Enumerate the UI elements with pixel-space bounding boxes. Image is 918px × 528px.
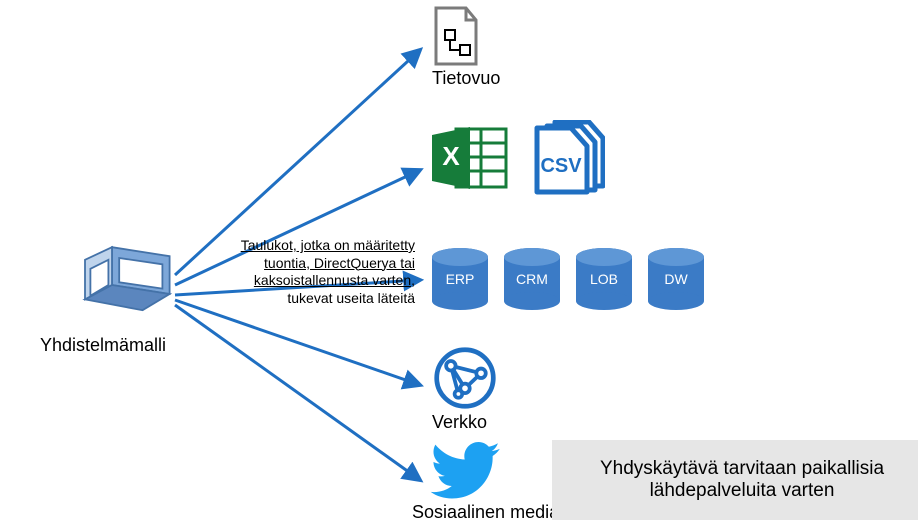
db-dw-label: DW	[664, 271, 687, 287]
annotation-line4: tukevat useita läteitä	[205, 290, 415, 308]
svg-text:X: X	[442, 141, 460, 171]
annotation-line3: kaksoistallennusta varten,	[205, 272, 415, 290]
db-lob-label: LOB	[590, 271, 618, 287]
web-label: Verkko	[432, 412, 487, 433]
dataflow-label: Tietovuo	[432, 68, 500, 89]
arrow-to-web	[175, 300, 420, 385]
csv-text: CSV	[540, 155, 582, 177]
excel-icon: X	[430, 123, 510, 198]
arrow-to-social	[175, 305, 420, 480]
db-crm: CRM	[502, 247, 562, 311]
database-row: ERP CRM LOB DW	[430, 247, 706, 311]
gateway-info-box: Yhdyskäytävä tarvitaan paikallisia lähde…	[552, 440, 918, 520]
social-label: Sosiaalinen media	[412, 502, 559, 523]
annotation-line2: tuontia, DirectQuerya tai	[205, 255, 415, 273]
gateway-info-line2: lähdepalveluita varten	[562, 480, 918, 502]
csv-icon: CSV	[525, 120, 605, 201]
annotation-line1: Taulukot, jotka on määritetty	[205, 237, 415, 255]
annotation-text: Taulukot, jotka on määritetty tuontia, D…	[205, 237, 415, 307]
db-lob: LOB	[574, 247, 634, 311]
composite-model-label: Yhdistelmämalli	[40, 335, 166, 356]
web-icon	[432, 345, 498, 416]
db-erp-label: ERP	[446, 271, 475, 287]
twitter-icon	[430, 442, 500, 505]
db-erp: ERP	[430, 247, 490, 311]
dataflow-icon	[432, 6, 480, 66]
composite-model-icon	[75, 240, 185, 330]
db-crm-label: CRM	[516, 271, 548, 287]
gateway-info-line1: Yhdyskäytävä tarvitaan paikallisia	[562, 458, 918, 480]
db-dw: DW	[646, 247, 706, 311]
